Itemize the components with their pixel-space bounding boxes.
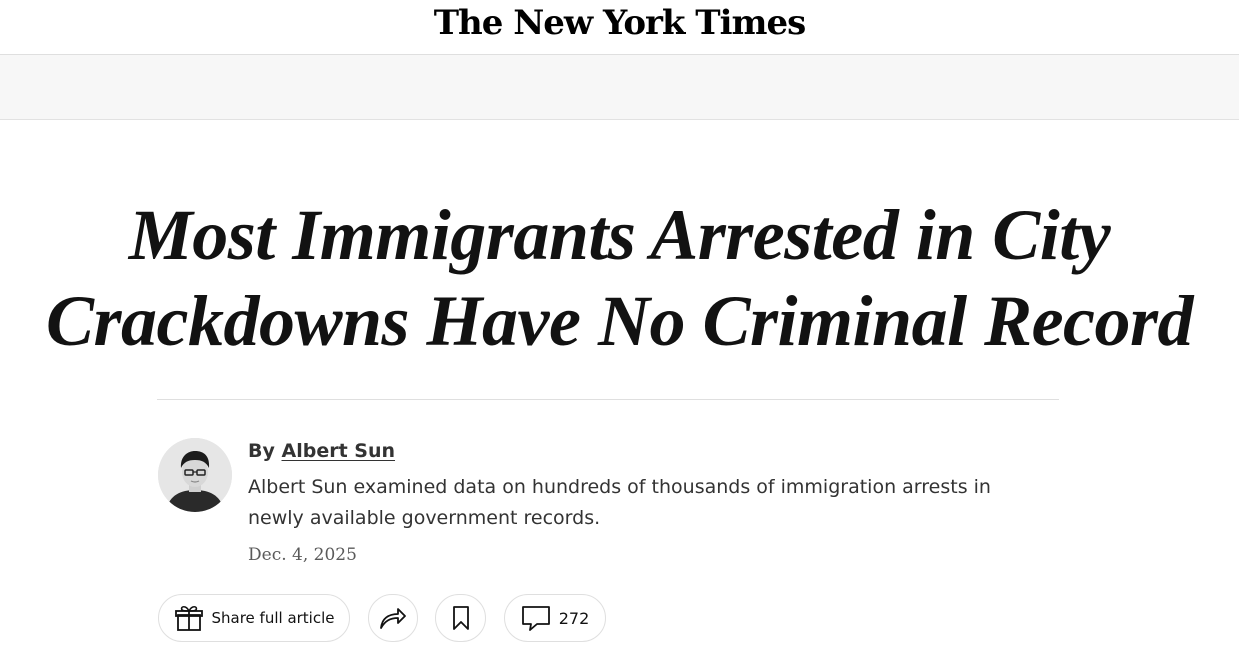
share-full-article-button[interactable]: Share full article	[158, 594, 350, 642]
headline-divider	[157, 399, 1059, 400]
publish-date: Dec. 4, 2025	[248, 545, 357, 565]
comments-count: 272	[558, 608, 590, 628]
save-article-button[interactable]	[435, 594, 486, 642]
author-photo-icon	[158, 438, 232, 512]
headline-line-2: Crackdowns Have No Criminal Record	[45, 281, 1194, 361]
author-avatar[interactable]	[158, 438, 232, 512]
headline-line-1: Most Immigrants Arrested in City	[128, 195, 1111, 275]
gift-icon	[174, 604, 204, 632]
article-headline: Most Immigrants Arrested in City Crackdo…	[40, 192, 1199, 364]
author-link[interactable]: Albert Sun	[282, 440, 396, 462]
masthead: The New York Times	[0, 0, 1239, 55]
share-arrow-icon	[378, 605, 408, 631]
byline: By Albert Sun	[248, 440, 395, 462]
nyt-logo[interactable]: The New York Times	[0, 3, 1239, 43]
comment-icon	[521, 604, 551, 632]
article-summary: Albert Sun examined data on hundreds of …	[248, 476, 991, 529]
share-button-label: Share full article	[211, 609, 335, 627]
share-button[interactable]	[368, 594, 418, 642]
comments-button[interactable]: 272	[504, 594, 606, 642]
bookmark-icon	[451, 605, 471, 631]
ad-banner-placeholder	[0, 55, 1239, 120]
byline-prefix: By	[248, 440, 275, 462]
